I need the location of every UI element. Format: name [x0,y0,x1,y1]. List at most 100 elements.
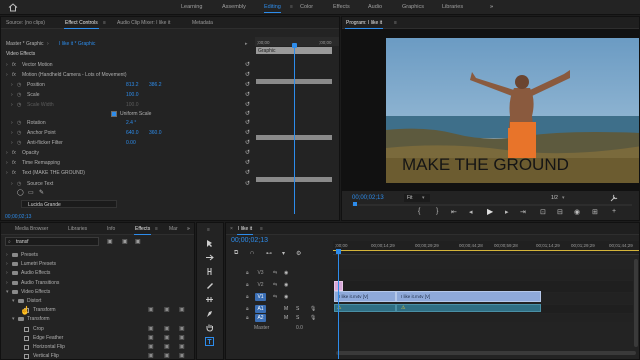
reset-parameter-icon[interactable]: ↺ [245,61,250,68]
track-select-tool-icon[interactable] [205,253,214,262]
reset-parameter-icon[interactable]: ↺ [245,71,250,78]
mark-out-icon[interactable]: } [436,208,438,215]
program-timecode[interactable]: 00;00;02;13 [352,195,384,201]
track-header[interactable]: 🔒︎ A1 M S 🎙︎ [226,305,332,314]
effects-item[interactable]: Transform ▣ ▣ ▣ ☝ [1,306,185,315]
type-tool-icon[interactable] [205,337,214,346]
twirl-arrow-icon[interactable]: ▾ [12,298,15,304]
stopwatch-icon[interactable]: ◷ [17,120,21,126]
tab-effect-controls[interactable]: Effect Controls [64,20,99,29]
reset-parameter-icon[interactable]: ↺ [245,119,250,126]
effects-item[interactable]: Horizontal Flip ▣ ▣ ▣ [1,343,185,352]
reset-parameter-icon[interactable]: ↺ [245,101,250,108]
twirl-arrow-icon[interactable]: › [11,130,13,136]
workspace-tab-audio[interactable]: Audio [368,4,382,10]
twirl-arrow-icon[interactable]: › [6,160,8,166]
twirl-arrow-icon[interactable]: ▾ [6,289,9,295]
more-workspaces-icon[interactable]: » [490,4,493,10]
lock-track-icon[interactable]: 🔒︎ [246,294,249,300]
stopwatch-icon[interactable]: ◷ [17,181,21,187]
program-playhead[interactable] [353,202,357,206]
yuv-effects-icon[interactable]: ▣ [135,238,141,245]
voice-over-record-icon[interactable]: 🎙︎ [310,315,316,321]
effect-row[interactable]: › ◷ Anchor Point 640.0 360.0 ↺ [1,129,253,138]
workspace-tab-assembly[interactable]: Assembly [222,4,246,10]
nest-icon[interactable]: ⧉ [234,250,238,257]
track-lane[interactable] [333,314,633,322]
effects-folder[interactable]: › Lumetri Presets [1,260,181,269]
32bit-effects-icon[interactable]: ▣ [122,238,128,245]
effects-item[interactable]: Vertical Flip ▣ ▣ ▣ [1,352,185,359]
twirl-arrow-icon[interactable]: › [6,252,8,258]
twirl-arrow-icon[interactable]: › [11,120,13,126]
effect-value[interactable]: 100.0 [126,92,139,98]
effects-folder[interactable]: › Audio Transitions [1,279,181,288]
pen-mask-icon[interactable]: ✎ [39,189,44,196]
reset-parameter-icon[interactable]: ↺ [245,169,250,176]
effect-row[interactable]: › ◷ Position 813.2 386.2 ↺ [1,81,253,90]
video-clip[interactable]: I like it.m4v [V] [396,291,541,302]
effects-folder[interactable]: › Presets [1,251,181,260]
fx-toggle-icon[interactable]: fx [12,62,16,68]
tab-source[interactable]: Source: (no clips) [6,20,45,26]
twirl-arrow-icon[interactable]: › [11,140,13,146]
hand-tool-icon[interactable] [205,323,214,332]
reset-parameter-icon[interactable]: ↺ [245,91,250,98]
effect-value[interactable]: 2.4 ° [126,120,136,126]
effect-row[interactable]: Uniform Scale ↺ [1,110,253,119]
effects-folder[interactable]: ▾ Transform [1,315,181,324]
slip-tool-icon[interactable] [205,295,214,304]
effect-row[interactable]: › ◷ Source Text ↺ [1,180,253,189]
tab-audio-clip-mixer[interactable]: Audio Clip Mixer: I like it [117,20,170,26]
ripple-edit-tool-icon[interactable] [205,267,214,276]
twirl-arrow-icon[interactable]: › [6,280,8,286]
workspace-tab-libraries[interactable]: Libraries [442,4,463,10]
lock-track-icon[interactable]: 🔒︎ [246,315,249,321]
toggle-track-output-icon[interactable]: ◉ [284,282,288,288]
timeline-vertical-scrollbar[interactable] [634,259,638,347]
effects-search-input[interactable]: ⌕ transf [5,237,99,246]
sync-lock-icon[interactable]: ⇆ [273,294,277,300]
effect-value[interactable]: 386.2 [149,82,162,88]
step-back-icon[interactable]: ◂ [469,208,473,216]
twirl-arrow-icon[interactable]: › [11,181,13,187]
track-header[interactable]: 🔒︎ V3 ⇆ ◉ [226,269,332,278]
fx-toggle-icon[interactable]: fx [12,72,16,78]
track-name[interactable]: V3 [255,269,266,277]
tab-info[interactable]: Info [107,226,115,232]
more-tabs-icon[interactable]: » [187,226,190,232]
razor-tool-icon[interactable] [205,281,214,290]
audio-clip[interactable]: ⚠ [334,304,396,312]
effect-row[interactable]: › ◷ Scale Width 100.0 ↺ [1,101,253,110]
twirl-arrow-icon[interactable]: › [6,150,8,156]
twirl-arrow-icon[interactable]: › [6,270,8,276]
timeline-menu-icon[interactable]: ≡ [260,226,263,232]
effects-folder[interactable]: ▾ Distort [1,297,181,306]
track-header[interactable]: 🔒︎ A2 M S 🎙︎ [226,314,332,323]
ellipse-mask-icon[interactable]: ◯ [17,189,24,196]
work-area-bar[interactable] [333,250,639,251]
program-scrub-bar[interactable] [352,204,632,206]
effect-value[interactable]: 813.2 [126,82,139,88]
track-name[interactable]: V2 [255,281,266,289]
effect-row[interactable]: › ◷ Rotation 2.4 ° ↺ [1,119,253,128]
rectangle-mask-icon[interactable]: ▭ [28,189,34,196]
tab-libraries[interactable]: Libraries [68,226,87,232]
twirl-arrow-icon[interactable]: › [11,102,13,108]
effect-row[interactable]: › fx Vector Motion ↺ [1,61,253,70]
accelerated-effects-icon[interactable]: ▣ [107,238,113,245]
program-menu-icon[interactable]: ≡ [394,20,397,26]
voice-over-record-icon[interactable]: 🎙︎ [310,306,316,312]
effect-row[interactable]: › ◷ Anti-flicker Filter 0.00 ↺ [1,139,253,148]
tab-sequence[interactable]: I like it [236,226,254,235]
expand-timeline-icon[interactable]: ▸ [245,41,248,47]
dropdown-arrow-icon[interactable]: › [47,41,49,47]
fx-toggle-icon[interactable]: fx [12,170,16,176]
effect-row[interactable]: › fx Opacity ↺ [1,149,253,158]
mute-track-button[interactable]: M [284,306,288,312]
effect-row[interactable]: › fx Text (MAKE THE GROUND) ↺ [1,169,253,178]
selection-tool-icon[interactable] [205,239,214,248]
effect-value[interactable]: 360.0 [149,130,162,136]
effects-folder[interactable]: › Audio Effects [1,269,181,278]
twirl-arrow-icon[interactable]: › [6,261,8,267]
